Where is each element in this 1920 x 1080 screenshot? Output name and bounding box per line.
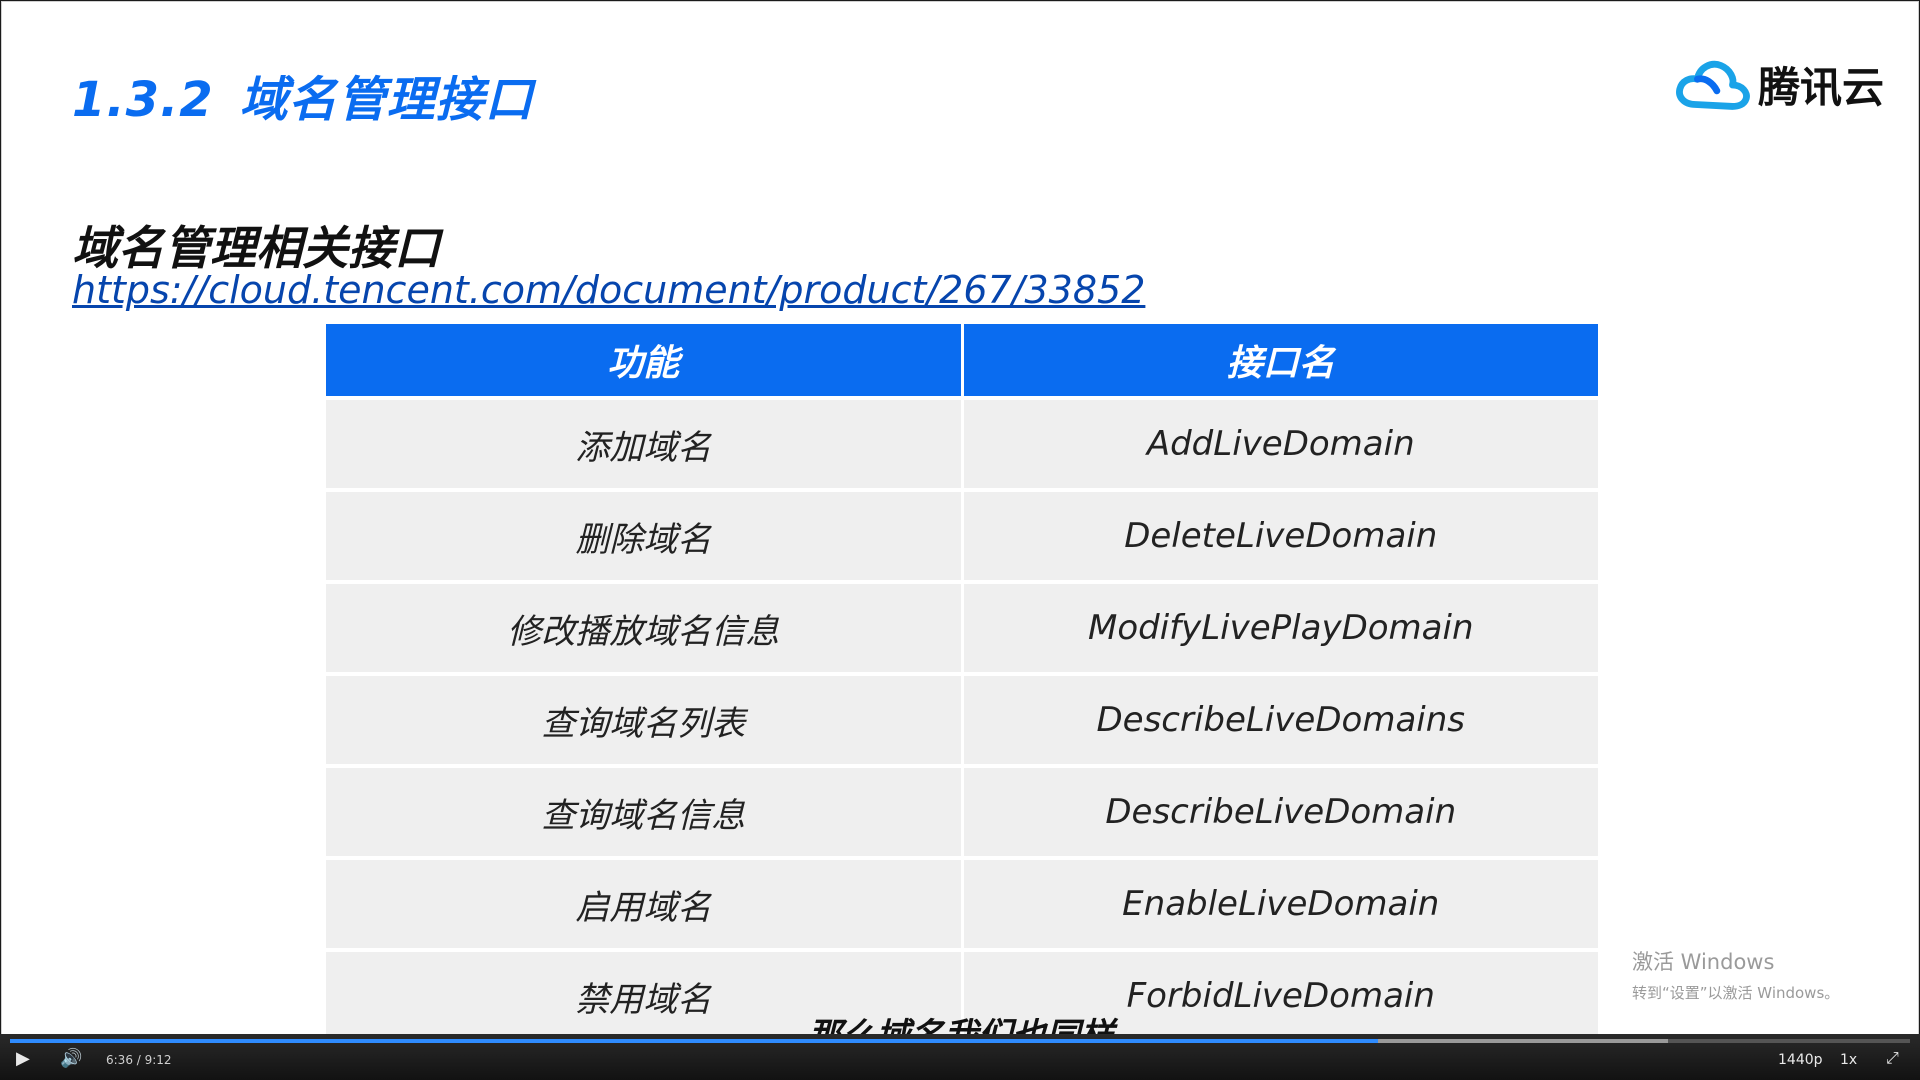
playback-time: 6:36 / 9:12 <box>106 1053 172 1067</box>
logo-text: 腾讯云 <box>1758 63 1885 112</box>
cell-api-name: ModifyLivePlayDomain <box>962 580 1598 674</box>
cell-function: 删除域名 <box>326 488 964 582</box>
cell-function: 启用域名 <box>326 856 964 950</box>
play-icon[interactable]: ▶ <box>16 1048 30 1069</box>
table-row: 修改播放域名信息 ModifyLivePlayDomain <box>326 580 1598 674</box>
table-row: 启用域名 EnableLiveDomain <box>326 856 1598 950</box>
cell-api-name: DeleteLiveDomain <box>962 488 1598 582</box>
fullscreen-exit-icon[interactable]: ⤢ <box>1886 1048 1899 1068</box>
cell-function: 查询域名信息 <box>326 764 964 858</box>
documentation-link[interactable]: https://cloud.tencent.com/document/produ… <box>72 268 1145 312</box>
windows-activation-watermark: 激活 Windows 转到“设置”以激活 Windows。 <box>1632 946 1839 1003</box>
slide: 1.3.2 域名管理接口 腾讯云 域名管理相关接口 https://cloud.t… <box>1 1 1919 1079</box>
table-row: 查询域名信息 DescribeLiveDomain <box>326 764 1598 858</box>
tencent-cloud-logo: 腾讯云 <box>1674 54 1884 115</box>
progress-played <box>10 1039 1378 1043</box>
section-number: 1.3.2 <box>72 72 214 128</box>
cell-function: 修改播放域名信息 <box>326 580 964 674</box>
column-header-function: 功能 <box>326 324 964 400</box>
table-header-row: 功能 接口名 <box>326 324 1598 400</box>
cell-function: 添加域名 <box>326 396 964 490</box>
section-title: 1.3.2 域名管理接口 <box>72 60 534 130</box>
cell-api-name: DescribeLiveDomains <box>962 672 1598 766</box>
cloud-icon <box>1676 60 1750 110</box>
api-table: 功能 接口名 添加域名 AddLiveDomain 删除域名 DeleteLiv… <box>326 324 1598 1040</box>
speed-selector[interactable]: 1x <box>1840 1052 1857 1068</box>
progress-bar[interactable] <box>10 1039 1910 1043</box>
watermark-title: 激活 Windows <box>1632 950 1775 974</box>
volume-icon[interactable]: 🔊 <box>60 1048 82 1069</box>
section-heading: 域名管理接口 <box>239 72 534 128</box>
column-header-api-name: 接口名 <box>962 324 1598 400</box>
watermark-hint: 转到“设置”以激活 Windows。 <box>1632 984 1840 1002</box>
table-row: 删除域名 DeleteLiveDomain <box>326 488 1598 582</box>
table-row: 添加域名 AddLiveDomain <box>326 396 1598 490</box>
table-row: 查询域名列表 DescribeLiveDomains <box>326 672 1598 766</box>
cell-api-name: AddLiveDomain <box>962 396 1598 490</box>
cell-api-name: DescribeLiveDomain <box>962 764 1598 858</box>
quality-selector[interactable]: 1440p <box>1778 1052 1823 1068</box>
cell-api-name: EnableLiveDomain <box>962 856 1598 950</box>
cell-function: 查询域名列表 <box>326 672 964 766</box>
video-player-controls: ▶ 🔊 6:36 / 9:12 1440p 1x ⤢ <box>0 1034 1920 1080</box>
progress-buffered <box>1378 1039 1668 1043</box>
